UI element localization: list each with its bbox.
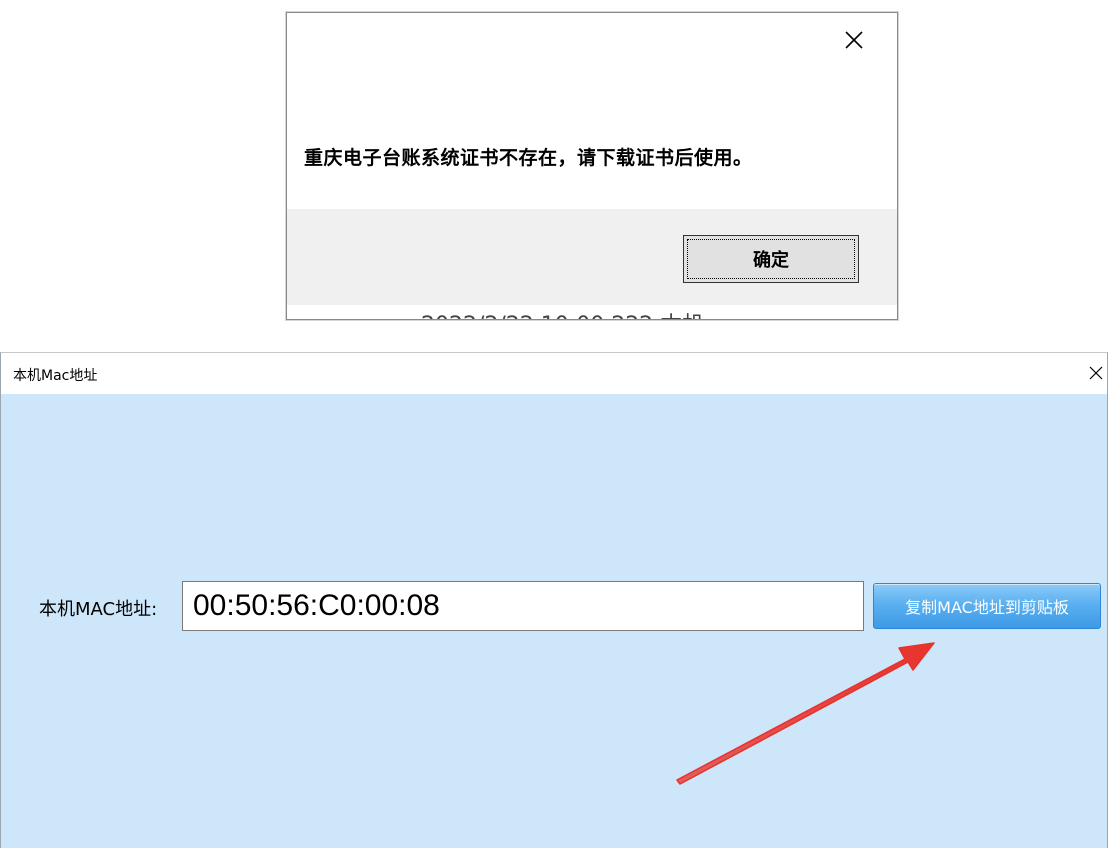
background-window-peek: 2022/2/22 10:00 222 本机 [287, 305, 897, 319]
mac-address-window: 本机Mac地址 本机MAC地址: 复制MAC地址到剪贴板 [0, 352, 1108, 848]
window-title: 本机Mac地址 [13, 368, 98, 384]
window-titlebar: 本机Mac地址 [1, 353, 1107, 394]
dialog-footer: 确定 [287, 209, 897, 305]
ok-button-label: 确定 [753, 250, 789, 271]
mac-address-label: 本机MAC地址: [39, 599, 158, 620]
copy-mac-button-label: 复制MAC地址到剪贴板 [905, 598, 1069, 617]
close-icon[interactable] [1087, 364, 1105, 382]
mac-address-field[interactable] [182, 581, 864, 631]
copy-mac-button[interactable]: 复制MAC地址到剪贴板 [873, 583, 1101, 629]
dialog-message: 重庆电子台账系统证书不存在，请下载证书后使用。 [304, 147, 753, 169]
ok-button[interactable]: 确定 [683, 235, 859, 283]
close-icon[interactable] [841, 27, 867, 53]
background-text: 2022/2/22 10:00 222 本机 [421, 307, 704, 319]
message-dialog: 重庆电子台账系统证书不存在，请下载证书后使用。 确定 2022/2/22 10:… [286, 12, 898, 320]
